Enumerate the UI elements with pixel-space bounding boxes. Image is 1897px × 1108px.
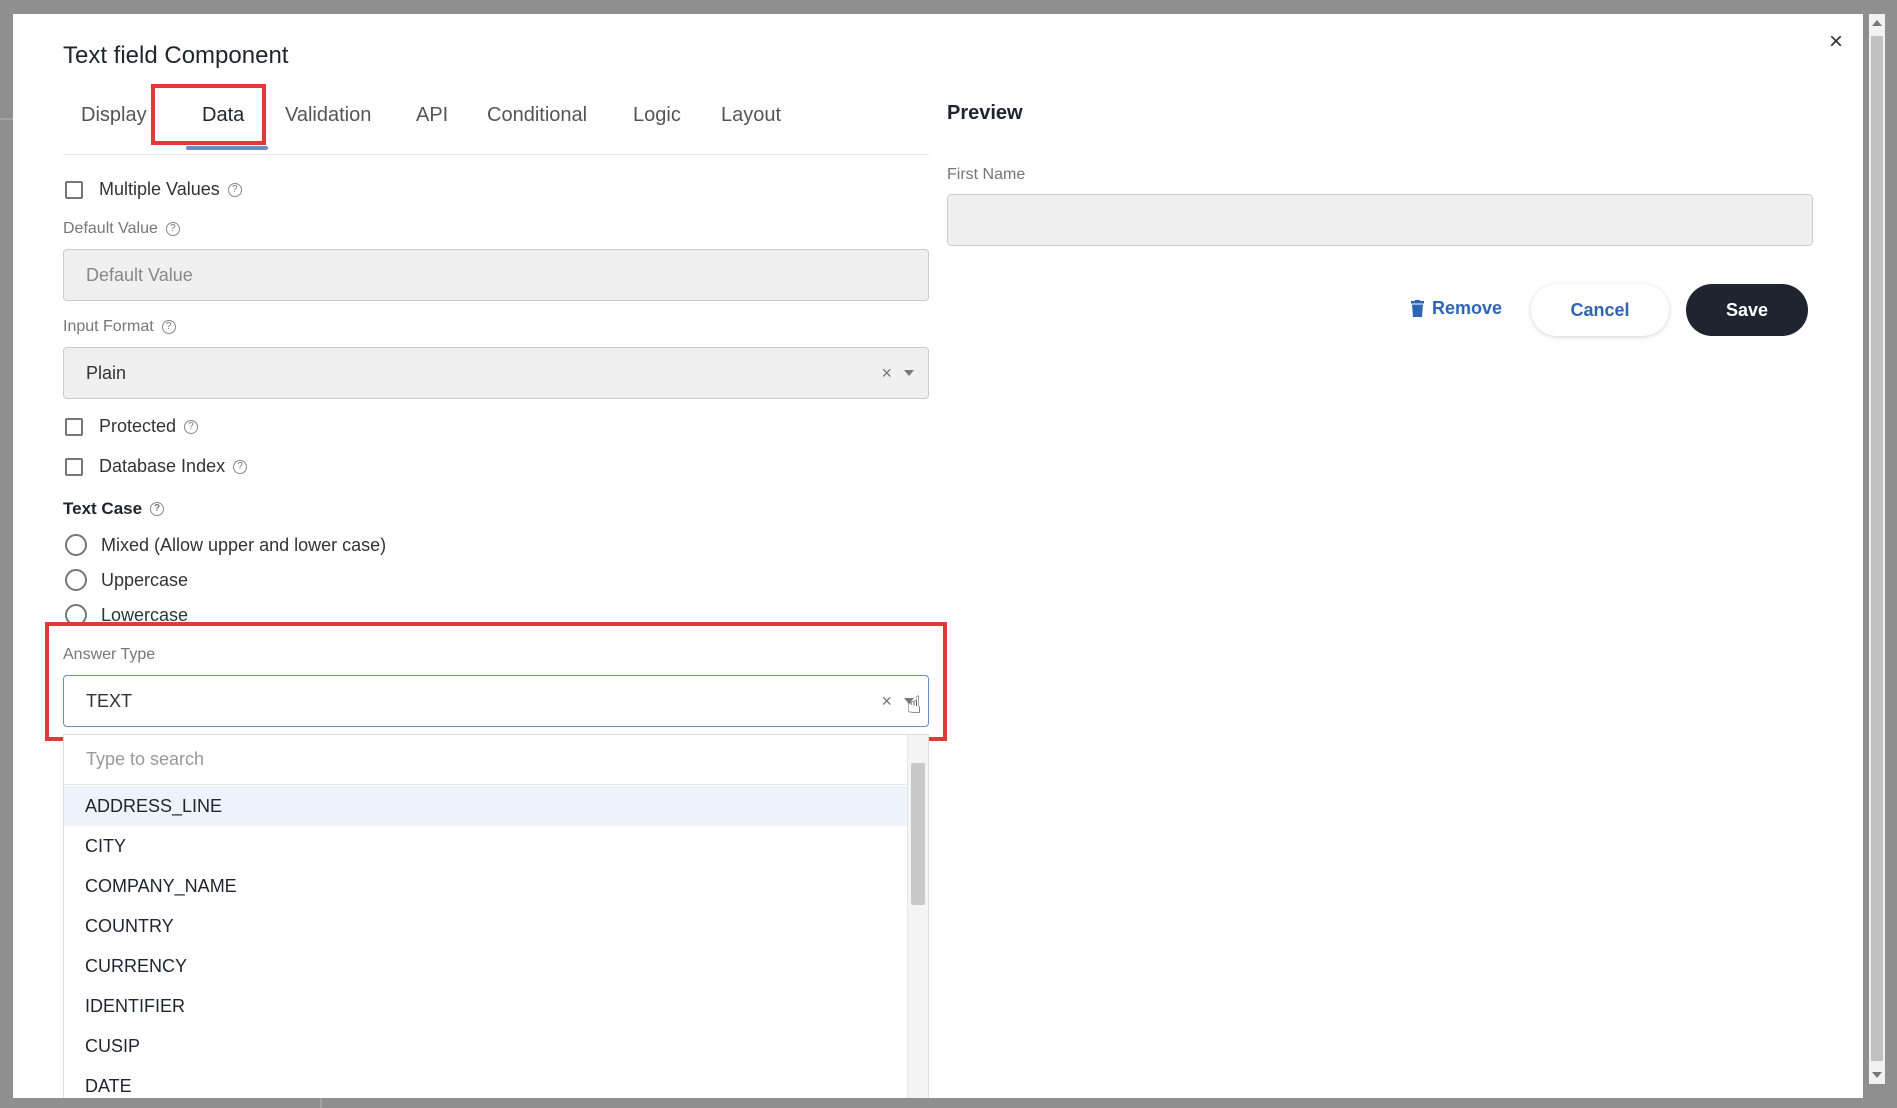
answer-type-dropdown: Type to search ADDRESS_LINE CITY COMPANY… <box>63 734 929 1098</box>
database-index-row[interactable]: Database Index ? <box>65 456 248 477</box>
input-format-label: Input Format <box>63 318 154 335</box>
dropdown-item[interactable]: COUNTRY <box>64 906 910 946</box>
radio-label: Mixed (Allow upper and lower case) <box>101 534 387 555</box>
clear-icon[interactable]: × <box>881 363 892 384</box>
tab-validation[interactable]: Validation <box>285 104 371 127</box>
default-value-label: Default Value <box>63 220 158 237</box>
help-icon[interactable]: ? <box>165 222 180 236</box>
tab-conditional[interactable]: Conditional <box>487 104 587 127</box>
protected-label: Protected <box>99 416 177 436</box>
preview-title: Preview <box>947 102 1023 124</box>
dropdown-search-input[interactable]: Type to search <box>64 735 928 785</box>
remove-button[interactable]: Remove <box>1411 298 1502 319</box>
dropdown-list: ADDRESS_LINE CITY COMPANY_NAME COUNTRY C… <box>64 786 910 1098</box>
cancel-button[interactable]: Cancel <box>1531 284 1669 336</box>
tab-layout[interactable]: Layout <box>721 104 781 127</box>
radio-label: Uppercase <box>101 569 189 590</box>
input-format-value: Plain <box>86 362 127 383</box>
text-case-label: Text Case <box>63 499 143 518</box>
page-scrollbar-thumb[interactable] <box>1871 36 1883 1061</box>
close-icon[interactable]: × <box>1829 30 1843 54</box>
bg-line <box>0 118 13 120</box>
hand-cursor-icon: ☝ <box>907 692 922 719</box>
dropdown-item[interactable]: CUSIP <box>64 1026 910 1066</box>
protected-row[interactable]: Protected ? <box>65 416 199 437</box>
preview-first-name-input[interactable] <box>947 194 1813 246</box>
protected-checkbox[interactable] <box>65 417 83 436</box>
radio-button[interactable] <box>65 569 87 591</box>
scroll-up-arrow-icon[interactable] <box>1872 20 1882 26</box>
help-icon[interactable]: ? <box>161 320 176 334</box>
default-value-input[interactable]: Default Value <box>63 249 929 301</box>
text-case-label-row: Text Case ? <box>63 499 165 519</box>
tab-logic[interactable]: Logic <box>633 104 681 127</box>
trash-icon <box>1411 300 1424 317</box>
chevron-down-icon[interactable] <box>904 370 914 376</box>
dropdown-item[interactable]: DATE <box>64 1066 910 1098</box>
database-index-checkbox[interactable] <box>65 457 83 476</box>
dropdown-item[interactable]: CURRENCY <box>64 946 910 986</box>
remove-label: Remove <box>1432 298 1503 318</box>
active-tab-indicator <box>186 146 268 150</box>
help-icon[interactable]: ? <box>227 182 242 197</box>
annotation-box-answer-type <box>45 622 947 741</box>
dropdown-scrollbar-thumb[interactable] <box>911 763 925 905</box>
text-case-uppercase-option[interactable]: Uppercase <box>65 569 188 591</box>
text-field-component-modal: Text field Component × Display Data Vali… <box>13 14 1863 1098</box>
default-value-placeholder: Default Value <box>86 264 193 285</box>
scroll-down-arrow-icon[interactable] <box>1872 1072 1882 1078</box>
default-value-label-row: Default Value ? <box>63 220 180 238</box>
page-scrollbar[interactable] <box>1869 14 1885 1084</box>
input-format-label-row: Input Format ? <box>63 318 176 336</box>
database-index-label: Database Index <box>99 456 226 476</box>
tab-api[interactable]: API <box>416 104 448 127</box>
dropdown-item[interactable]: CITY <box>64 826 910 866</box>
dropdown-scrollbar[interactable] <box>907 735 928 1098</box>
modal-title: Text field Component <box>63 42 289 69</box>
multiple-values-checkbox[interactable] <box>65 180 83 199</box>
text-case-mixed-option[interactable]: Mixed (Allow upper and lower case) <box>65 534 386 556</box>
help-icon[interactable]: ? <box>233 459 248 474</box>
select-controls: × <box>881 348 914 398</box>
dropdown-item[interactable]: ADDRESS_LINE <box>64 786 910 826</box>
help-icon[interactable]: ? <box>184 419 199 434</box>
dropdown-item[interactable]: IDENTIFIER <box>64 986 910 1026</box>
tab-display[interactable]: Display <box>81 104 147 127</box>
multiple-values-row[interactable]: Multiple Values ? <box>65 179 242 200</box>
annotation-box-data-tab <box>151 84 266 145</box>
preview-field-label: First Name <box>947 166 1026 183</box>
radio-button[interactable] <box>65 534 87 556</box>
multiple-values-label: Multiple Values <box>99 179 220 199</box>
bg-line <box>320 1097 322 1108</box>
input-format-select[interactable]: Plain × <box>63 347 929 399</box>
help-icon[interactable]: ? <box>150 502 165 516</box>
dropdown-item[interactable]: COMPANY_NAME <box>64 866 910 906</box>
save-button[interactable]: Save <box>1686 284 1808 336</box>
